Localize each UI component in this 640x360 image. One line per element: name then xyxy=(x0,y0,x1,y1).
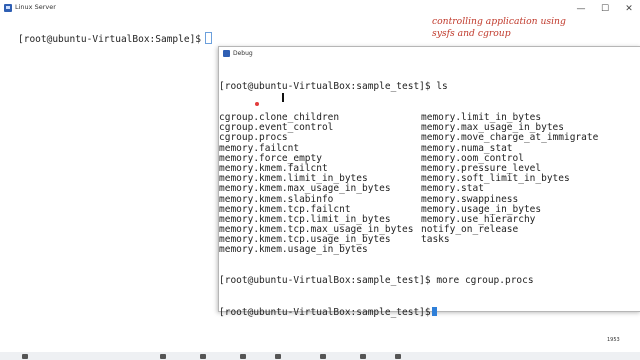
taskbar-app-icon[interactable] xyxy=(200,354,206,359)
taskbar-app-icon[interactable] xyxy=(275,354,281,359)
annotation-text: controlling application using sysfs and … xyxy=(432,16,566,40)
debug-title: Debug xyxy=(233,50,253,57)
ls-listing: cgroup.clone_children memory.limit_in_byt… xyxy=(219,112,640,256)
listing-entry: tasks xyxy=(421,234,450,246)
maximize-button[interactable]: ☐ xyxy=(600,4,610,14)
taskbar-app-icon[interactable] xyxy=(395,354,401,359)
terminal-line: [root@ubuntu-VirtualBox:sample_test]$ mo… xyxy=(219,275,534,287)
shell-prompt: [root@ubuntu-VirtualBox:Sample]$ xyxy=(18,34,202,45)
listing-row: memory.kmem.usage_in_bytes xyxy=(219,245,640,255)
annotation-line-1: controlling application using xyxy=(432,16,566,27)
taskbar-clock: 1953 xyxy=(607,337,620,343)
annotation-line-2: sysfs and cgroup xyxy=(432,28,511,39)
pointer-highlight-icon xyxy=(255,102,259,106)
shell-prompt: [root@ubuntu-VirtualBox:sample_test]$ xyxy=(219,306,431,318)
minimize-button[interactable]: — xyxy=(576,4,586,14)
taskbar xyxy=(0,352,640,360)
linux-server-terminal[interactable]: [root@ubuntu-VirtualBox:Sample]$ xyxy=(18,32,213,45)
debug-terminal[interactable]: [root@ubuntu-VirtualBox:sample_test]$ ls… xyxy=(219,62,640,337)
taskbar-app-icon[interactable] xyxy=(240,354,246,359)
close-button[interactable]: ✕ xyxy=(624,4,634,14)
debug-titlebar[interactable]: Debug xyxy=(219,47,640,61)
terminal-line: [root@ubuntu-VirtualBox:sample_test]$ ls xyxy=(219,81,448,93)
linux-server-title: Linux Server xyxy=(15,3,56,11)
terminal-line: [root@ubuntu-VirtualBox:sample_test]$ xyxy=(219,306,640,318)
terminal-cursor xyxy=(431,306,437,316)
listing-entry: memory.kmem.usage_in_bytes xyxy=(219,244,368,256)
debug-window[interactable]: Debug [root@ubuntu-VirtualBox:sample_tes… xyxy=(218,46,640,317)
taskbar-app-icon[interactable] xyxy=(160,354,166,359)
text-cursor-icon xyxy=(282,93,284,102)
listing-entry: memory.stat xyxy=(421,183,484,195)
terminal-cursor xyxy=(205,32,213,44)
terminal-icon xyxy=(4,4,12,12)
taskbar-app-icon[interactable] xyxy=(320,354,326,359)
taskbar-app-icon[interactable] xyxy=(22,354,28,359)
terminal-icon xyxy=(223,50,230,57)
taskbar-app-icon[interactable] xyxy=(360,354,366,359)
